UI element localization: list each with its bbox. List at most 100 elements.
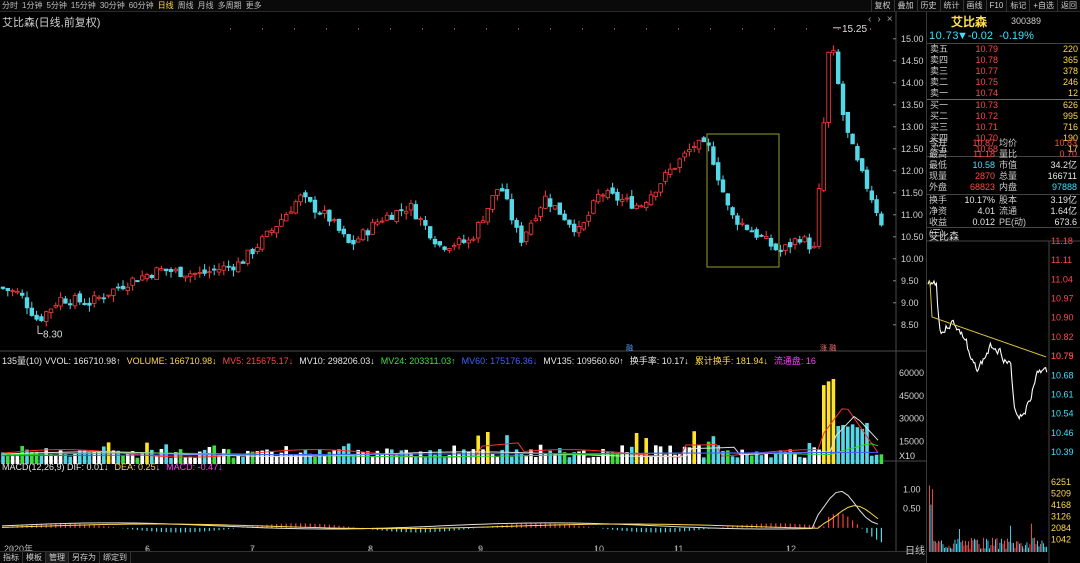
candle-body — [504, 189, 510, 200]
candle-body — [159, 268, 164, 271]
close-icon[interactable]: × — [887, 14, 893, 25]
intraday-tick: 11.04 — [1051, 274, 1073, 284]
candle-body — [173, 268, 178, 272]
toolbar-button-5[interactable]: F10 — [985, 0, 1007, 12]
toolbar-button-1[interactable]: 叠加 — [893, 0, 917, 12]
candle-body — [15, 291, 20, 294]
candle-body — [495, 189, 500, 196]
intraday-vol-bar — [951, 548, 953, 552]
candle-body — [144, 274, 150, 279]
intraday-vol-bar — [1019, 543, 1020, 552]
margin-marker: 融 — [626, 343, 633, 352]
candle-body — [24, 297, 30, 309]
period-tab-4[interactable]: 30分钟 — [98, 0, 127, 12]
indicator-tab[interactable]: 另存为 — [69, 552, 100, 563]
intraday-tick: 10.39 — [1051, 447, 1074, 457]
candle-body — [384, 214, 390, 221]
intraday-vol-bar — [966, 545, 968, 552]
candle-body — [298, 194, 303, 203]
indicator-tab[interactable]: 管理 — [46, 552, 69, 563]
candle-body — [653, 191, 658, 198]
toolbar-button-6[interactable]: 标记 — [1006, 0, 1029, 12]
toolbar-button-2[interactable]: 历史 — [916, 0, 940, 12]
candle-body — [480, 220, 486, 224]
period-tab-0[interactable]: 分时 — [0, 0, 20, 12]
candle-body — [740, 222, 745, 225]
candle-body — [202, 269, 207, 274]
candle-body — [116, 286, 121, 289]
chart-mode: (日线,前复权) — [35, 17, 101, 29]
candle-body — [768, 238, 774, 247]
candle-body — [274, 226, 279, 234]
next-icon[interactable]: › — [877, 14, 880, 25]
candle-body — [720, 179, 726, 193]
period-tab-2[interactable]: 5分钟 — [44, 0, 68, 12]
intraday-vol-bar — [939, 541, 941, 552]
toolbar-button-0[interactable]: 复权 — [870, 0, 894, 12]
intraday-vol-bar — [1029, 544, 1031, 552]
intraday-tick: 10.97 — [1051, 294, 1074, 304]
period-tab-5[interactable]: 60分钟 — [127, 0, 156, 12]
toolbar-button-3[interactable]: 统计 — [939, 0, 963, 12]
candle-body — [120, 285, 126, 290]
indicator-tab[interactable]: 模板 — [23, 552, 46, 563]
intraday-vol-bar — [993, 545, 995, 552]
period-tab-7[interactable]: 周线 — [176, 0, 196, 12]
intraday-vol-bar — [1034, 537, 1035, 552]
period-tab-3[interactable]: 15分钟 — [69, 0, 98, 12]
candle-body — [63, 298, 68, 304]
candle-body — [557, 202, 562, 215]
candle-body — [288, 211, 294, 214]
intraday-vol-bar — [945, 546, 947, 552]
candle-body — [375, 221, 380, 225]
period-tab-9[interactable]: 多周期 — [216, 0, 244, 12]
macd-legend: MACD(12,26,9) DIF: 0.01↓ DEA: 0.25↓ MACD: … — [2, 462, 898, 472]
y-tick-label: 9.00 — [901, 298, 919, 308]
quote-panel: 艾比森 300389 10.73 ▼-0.02 -0.19% 卖五 10.79 22… — [905, 12, 1080, 563]
period-tab-8[interactable]: 月线 — [196, 0, 216, 12]
candle-body — [572, 223, 577, 233]
candle-body — [596, 194, 601, 203]
candle-body — [826, 51, 831, 123]
intraday-vol-bar — [999, 542, 1001, 552]
candle-body — [600, 194, 606, 197]
y-tick-label: 14.00 — [901, 78, 924, 88]
event-dot — [294, 28, 295, 30]
period-tab-1[interactable]: 1分钟 — [20, 0, 44, 12]
toolbar-button-7[interactable]: +自选 — [1029, 0, 1057, 12]
indicator-tab[interactable]: 绑定到 — [100, 552, 131, 563]
candle-body — [312, 199, 318, 213]
toolbar-button-8[interactable]: 返回 — [1057, 0, 1080, 12]
intraday-vol-bar — [1043, 543, 1044, 552]
candle-body — [111, 288, 116, 296]
candle-body — [735, 215, 740, 225]
intraday-vol-bar — [1046, 546, 1047, 552]
candle-body — [264, 230, 270, 237]
toolbar-button-4[interactable]: 画线 — [962, 0, 986, 12]
candle-body — [716, 162, 721, 181]
candle-body — [207, 271, 212, 274]
event-dot — [390, 28, 391, 30]
intraday-vol-bar — [1008, 541, 1010, 552]
event-dot — [518, 28, 519, 30]
intraday-canvas[interactable]: 11.1811.1111.0410.9710.9010.8210.7510.68… — [927, 12, 1080, 563]
event-dot — [742, 28, 743, 30]
candle-body — [802, 236, 807, 243]
candle-body — [759, 234, 764, 237]
indicator-tab[interactable]: 指标 — [0, 552, 23, 563]
period-tab-10[interactable]: 更多 — [244, 0, 264, 12]
candle-body — [82, 302, 87, 306]
event-dot — [454, 28, 455, 30]
prev-icon[interactable]: ‹ — [868, 14, 871, 25]
candle-body — [53, 305, 58, 308]
y-tick-label: 10.00 — [901, 254, 924, 264]
intraday-vol-bar — [953, 543, 954, 552]
period-tab-6[interactable]: 日线 — [156, 0, 176, 12]
candle-body — [610, 187, 615, 194]
candle-body — [149, 274, 154, 279]
candle-body — [235, 261, 241, 273]
candle-body — [682, 152, 687, 158]
intraday-vol-tick: 4168 — [1051, 500, 1071, 510]
candle-body — [5, 288, 10, 291]
event-dot — [358, 28, 359, 30]
